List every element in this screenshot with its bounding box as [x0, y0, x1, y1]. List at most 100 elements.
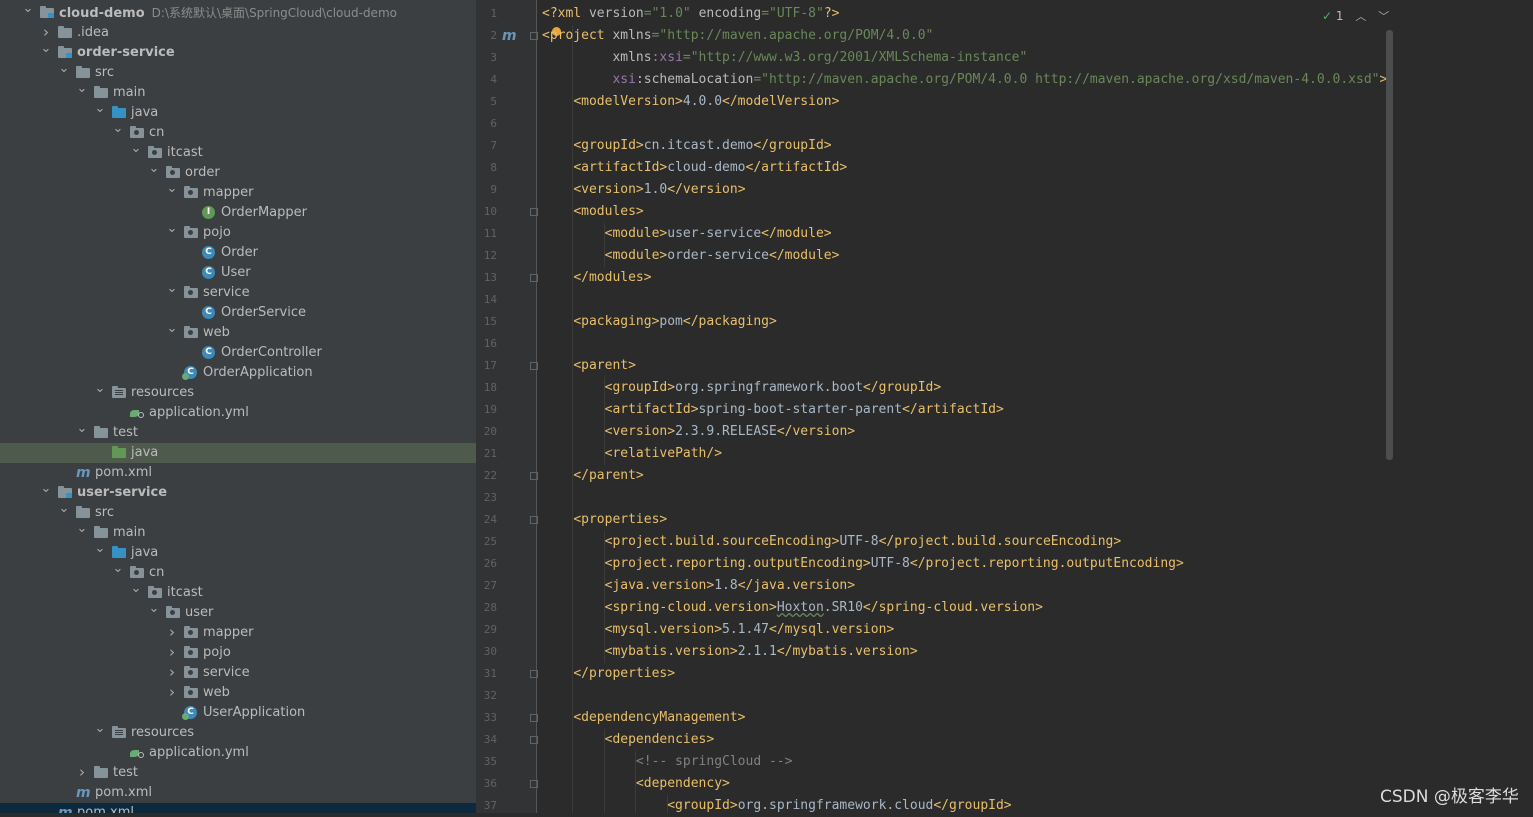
code-line[interactable]: <modelVersion>4.0.0</modelVersion> — [542, 91, 839, 113]
tree-row[interactable]: ⌄ java — [0, 102, 476, 123]
fold-marker-icon[interactable] — [530, 714, 538, 722]
chevron-down-icon[interactable]: ⌄ — [94, 722, 106, 743]
code-line[interactable]: </parent> — [542, 465, 643, 487]
chevron-right-icon[interactable]: › — [76, 763, 88, 783]
tree-row[interactable]: › .idea — [0, 23, 476, 43]
fold-marker-icon[interactable] — [530, 736, 538, 744]
tree-row[interactable]: C UserApplication — [0, 703, 476, 723]
chevron-down-icon[interactable]: ⌄ — [40, 482, 52, 503]
code-line[interactable]: xmlns:xsi="http://www.w3.org/2001/XMLSch… — [542, 47, 1027, 69]
tree-row[interactable]: ⌄ mapper — [0, 182, 476, 203]
tree-row[interactable]: ⌄ web — [0, 322, 476, 343]
code-line[interactable]: </modules> — [542, 267, 651, 289]
tree-row[interactable]: C OrderService — [0, 303, 476, 323]
tree-row[interactable]: java — [0, 443, 476, 463]
chevron-down-icon[interactable]: ﹀ — [1378, 7, 1389, 27]
project-tree[interactable]: ⌄ cloud-demo D:\系统默认\桌面\SpringCloud\cloud-… — [0, 0, 476, 813]
tree-row[interactable]: ⌄ resources — [0, 722, 476, 743]
chevron-right-icon[interactable]: › — [166, 643, 178, 663]
tree-row[interactable]: I OrderMapper — [0, 203, 476, 223]
tree-row[interactable]: m pom.xml — [0, 783, 476, 803]
chevron-down-icon[interactable]: ⌄ — [112, 562, 124, 583]
tree-row[interactable]: ⌄ user-service — [0, 482, 476, 503]
code-line[interactable]: <project.build.sourceEncoding>UTF-8</pro… — [542, 531, 1122, 553]
code-line[interactable]: <parent> — [542, 355, 636, 377]
tree-row[interactable]: ⌄ main — [0, 522, 476, 543]
tree-row[interactable]: application.yml — [0, 743, 476, 763]
tree-row[interactable]: ⌄ main — [0, 82, 476, 103]
chevron-down-icon[interactable]: ⌄ — [166, 222, 178, 243]
fold-marker-icon[interactable] — [530, 32, 538, 40]
tree-row[interactable]: application.yml — [0, 403, 476, 423]
chevron-down-icon[interactable]: ⌄ — [58, 62, 70, 83]
chevron-down-icon[interactable]: ⌄ — [76, 522, 88, 543]
tree-row[interactable]: ⌄ cn — [0, 562, 476, 583]
tree-row[interactable]: ⌄ cn — [0, 122, 476, 143]
tree-row[interactable]: ⌄ cloud-demo D:\系统默认\桌面\SpringCloud\cloud-… — [0, 2, 476, 23]
code-line[interactable]: <groupId>org.springframework.cloud</grou… — [542, 795, 1011, 813]
code-line[interactable]: <properties> — [542, 509, 667, 531]
chevron-down-icon[interactable]: ⌄ — [22, 2, 34, 23]
fold-marker-icon[interactable] — [530, 472, 538, 480]
chevron-down-icon[interactable]: ⌄ — [112, 122, 124, 143]
code-line[interactable]: <mybatis.version>2.1.1</mybatis.version> — [542, 641, 918, 663]
fold-marker-icon[interactable] — [530, 362, 538, 370]
inspection-widget[interactable]: ✓ 1 ︿ ﹀ — [1322, 6, 1389, 26]
tree-row[interactable]: ⌄ java — [0, 542, 476, 563]
code-line[interactable]: <dependencyManagement> — [542, 707, 745, 729]
code-line[interactable]: <groupId>org.springframework.boot</group… — [542, 377, 942, 399]
chevron-down-icon[interactable]: ⌄ — [76, 82, 88, 103]
tree-row[interactable]: C Order — [0, 243, 476, 263]
chevron-down-icon[interactable]: ⌄ — [148, 602, 160, 623]
code-line[interactable]: <modules> — [542, 201, 643, 223]
tree-row[interactable]: › pojo — [0, 643, 476, 663]
tree-row[interactable]: C User — [0, 263, 476, 283]
code-line[interactable]: <project xmlns="http://maven.apache.org/… — [542, 25, 933, 47]
chevron-down-icon[interactable]: ⌄ — [166, 182, 178, 203]
chevron-down-icon[interactable]: ⌄ — [94, 382, 106, 403]
code-line[interactable]: <!-- springCloud --> — [542, 751, 793, 773]
chevron-down-icon[interactable]: ⌄ — [76, 422, 88, 443]
code-line[interactable]: <groupId>cn.itcast.demo</groupId> — [542, 135, 831, 157]
code-line[interactable]: <project.reporting.outputEncoding>UTF-8<… — [542, 553, 1184, 575]
tree-row[interactable]: ⌄ service — [0, 282, 476, 303]
tree-row[interactable]: C OrderController — [0, 343, 476, 363]
tree-row[interactable]: m pom.xml — [0, 803, 476, 813]
tree-row[interactable]: C OrderApplication — [0, 363, 476, 383]
code-line[interactable]: <relativePath/> — [542, 443, 722, 465]
code-line[interactable]: <version>2.3.9.RELEASE</version> — [542, 421, 855, 443]
fold-marker-icon[interactable] — [530, 516, 538, 524]
chevron-down-icon[interactable]: ⌄ — [94, 542, 106, 563]
tree-row[interactable]: ⌄ src — [0, 502, 476, 523]
chevron-down-icon[interactable]: ⌄ — [166, 322, 178, 343]
code-line[interactable]: <artifactId>spring-boot-starter-parent</… — [542, 399, 1004, 421]
chevron-right-icon[interactable]: › — [166, 663, 178, 683]
fold-marker-icon[interactable] — [530, 208, 538, 216]
tree-row[interactable]: ⌄ itcast — [0, 582, 476, 603]
fold-marker-icon[interactable] — [530, 670, 538, 678]
tree-row[interactable]: ⌄ order — [0, 162, 476, 183]
chevron-up-icon[interactable]: ︿ — [1355, 7, 1366, 27]
chevron-right-icon[interactable]: › — [40, 23, 52, 43]
code-line[interactable]: <artifactId>cloud-demo</artifactId> — [542, 157, 847, 179]
code-line[interactable]: <mysql.version>5.1.47</mysql.version> — [542, 619, 895, 641]
tree-row[interactable]: ⌄ test — [0, 422, 476, 443]
code-line[interactable]: <spring-cloud.version>Hoxton.SR10</sprin… — [542, 597, 1043, 619]
tree-row[interactable]: ⌄ src — [0, 62, 476, 83]
editor-scrollbar[interactable] — [1386, 30, 1393, 460]
tree-row[interactable]: ⌄ itcast — [0, 142, 476, 163]
chevron-right-icon[interactable]: › — [166, 623, 178, 643]
code-line[interactable]: <version>1.0</version> — [542, 179, 745, 201]
chevron-down-icon[interactable]: ⌄ — [40, 42, 52, 63]
maven-module-icon[interactable]: m — [502, 28, 517, 44]
code-line[interactable]: </properties> — [542, 663, 675, 685]
tree-row[interactable]: › web — [0, 683, 476, 703]
tree-row[interactable]: ⌄ order-service — [0, 42, 476, 63]
code-line[interactable]: <module>order-service</module> — [542, 245, 840, 267]
fold-marker-icon[interactable] — [530, 780, 538, 788]
chevron-down-icon[interactable]: ⌄ — [58, 502, 70, 523]
code-line[interactable]: <?xml version="1.0" encoding="UTF-8"?> — [542, 3, 839, 25]
tree-row[interactable]: m pom.xml — [0, 463, 476, 483]
chevron-down-icon[interactable]: ⌄ — [166, 282, 178, 303]
chevron-down-icon[interactable]: ⌄ — [130, 582, 142, 603]
